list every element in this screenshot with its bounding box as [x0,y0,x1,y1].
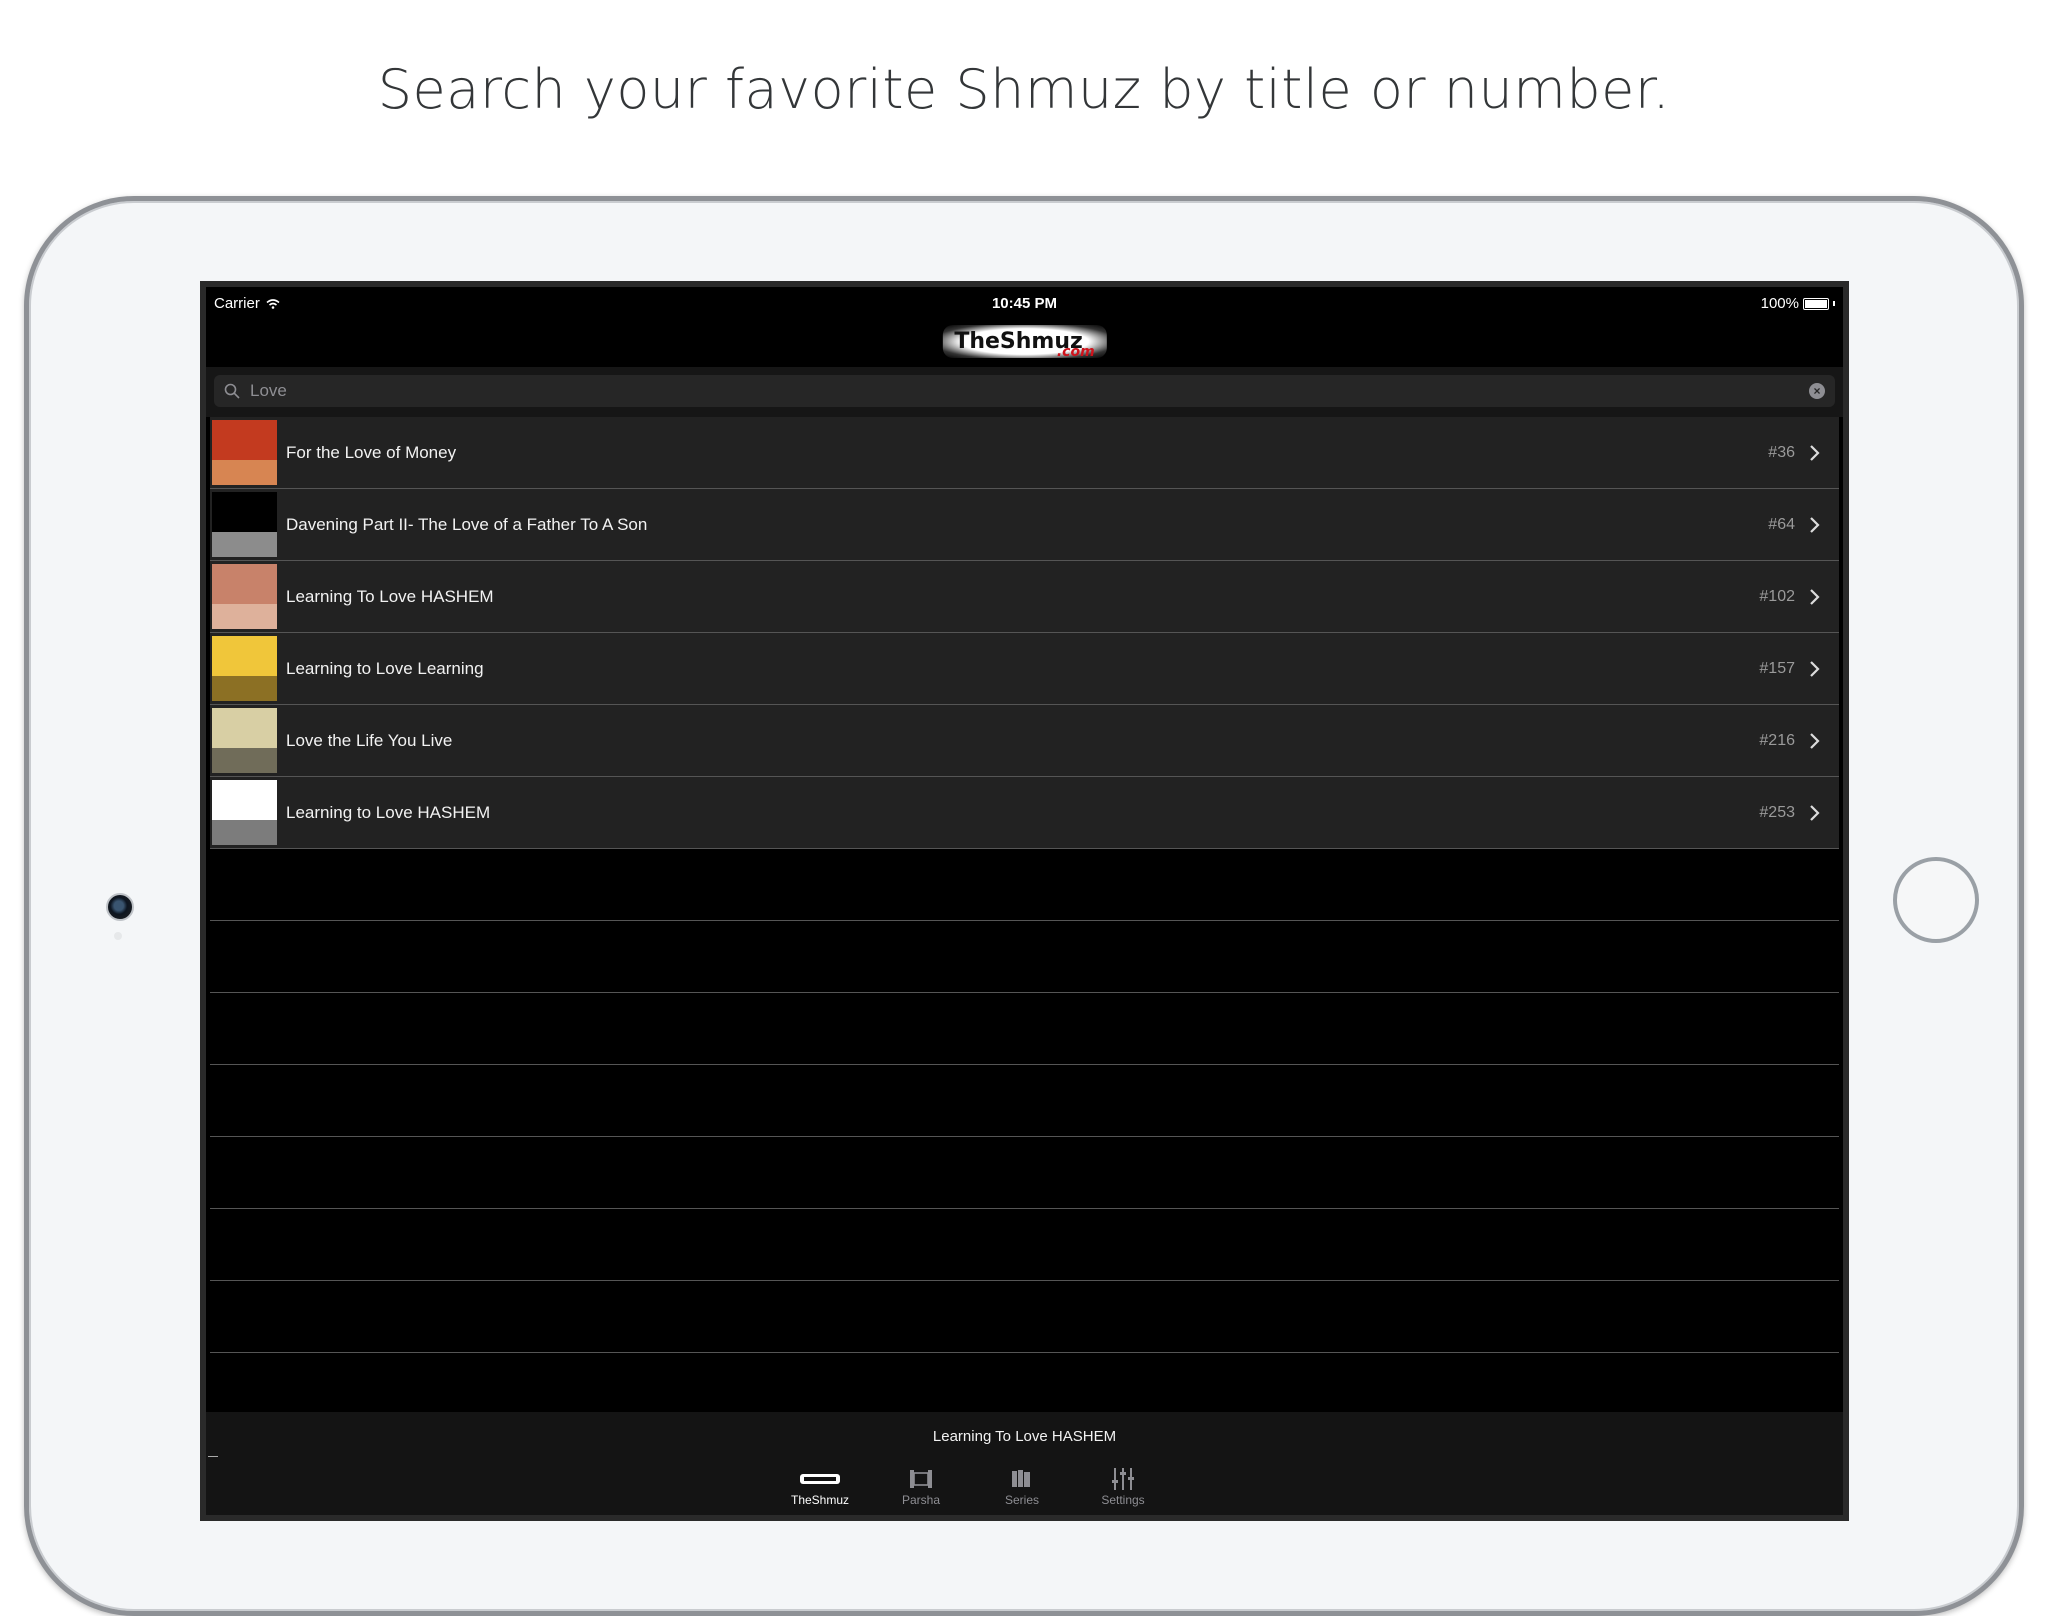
chevron-right-icon [1810,588,1820,605]
tab-label: Series [1004,1493,1039,1507]
result-row[interactable]: Learning To Love HASHEM #102 [210,561,1839,633]
torah-scroll-icon [876,1465,966,1493]
empty-row [210,1065,1839,1137]
shmuz-thumbnail [212,636,277,701]
result-row[interactable]: Learning to Love Learning #157 [210,633,1839,705]
result-title: Love the Life You Live [286,730,453,750]
battery-percent: 100% [1760,295,1799,312]
result-row[interactable]: Love the Life You Live #216 [210,705,1839,777]
result-row[interactable]: Learning to Love HASHEM #253 [210,777,1839,849]
sliders-icon [1078,1465,1168,1493]
search-icon [224,383,240,399]
search-bar: × [206,367,1843,417]
app-screen: Carrier 10:45 PM 100% TheShmuz.com × [200,281,1849,1521]
empty-row [210,993,1839,1065]
shmuz-thumbnail [212,420,277,485]
front-camera [106,893,134,921]
empty-row [210,1281,1839,1353]
result-number: #36 [1768,443,1795,461]
chevron-right-icon [1810,444,1820,461]
result-title: Learning To Love HASHEM [286,586,494,606]
now-playing-bar[interactable]: Learning To Love HASHEM [206,1412,1843,1462]
empty-row [210,1209,1839,1281]
result-title: Learning to Love HASHEM [286,802,491,822]
result-number: #102 [1759,587,1795,605]
clear-search-icon[interactable]: × [1809,383,1825,399]
tab-theshmuz[interactable]: TheShmuz [775,1465,865,1507]
result-title: Learning to Love Learning [286,658,484,678]
results-list: For the Love of Money #36 Davening Part … [210,417,1839,1425]
result-number: #64 [1768,515,1795,533]
empty-row [210,921,1839,993]
chevron-right-icon [1810,516,1820,533]
tab-series[interactable]: Series [977,1465,1067,1507]
marketing-caption: Search your favorite Shmuz by title or n… [377,58,1671,121]
shmuz-thumbnail [212,492,277,557]
result-number: #157 [1759,659,1795,677]
battery-icon [1803,297,1829,310]
tab-label: TheShmuz [790,1493,850,1507]
shmuz-thumbnail [212,708,277,773]
theshmuz-logo-icon [775,1465,865,1493]
tab-bar: TheShmuz Parsha Series Settings [206,1457,1843,1515]
empty-row [210,1137,1839,1209]
navigation-bar: TheShmuz.com [206,317,1843,367]
books-icon [977,1465,1067,1493]
shmuz-thumbnail [212,564,277,629]
chevron-right-icon [1810,660,1820,677]
empty-row [210,849,1839,921]
shmuz-thumbnail [212,780,277,845]
search-input[interactable] [248,380,1809,402]
result-title: Davening Part II- The Love of a Father T… [286,514,648,534]
battery-indicator: 100% [1761,295,1835,312]
result-title: For the Love of Money [286,442,457,462]
search-field[interactable]: × [214,375,1835,407]
chevron-right-icon [1810,732,1820,749]
home-button[interactable] [1893,857,1979,943]
result-number: #253 [1759,803,1795,821]
now-playing-title: Learning To Love HASHEM [932,1428,1117,1445]
result-number: #216 [1759,731,1795,749]
status-bar: Carrier 10:45 PM 100% [206,287,1843,317]
theshmuz-logo: TheShmuz.com [942,325,1107,360]
tab-label: Settings [1101,1493,1145,1507]
tab-label: Parsha [901,1493,941,1507]
light-sensor [114,932,122,940]
chevron-right-icon [1810,804,1820,821]
clock: 10:45 PM [991,295,1058,312]
tab-settings[interactable]: Settings [1078,1465,1168,1507]
tab-parsha[interactable]: Parsha [876,1465,966,1507]
result-row[interactable]: For the Love of Money #36 [210,417,1839,489]
result-row[interactable]: Davening Part II- The Love of a Father T… [210,489,1839,561]
